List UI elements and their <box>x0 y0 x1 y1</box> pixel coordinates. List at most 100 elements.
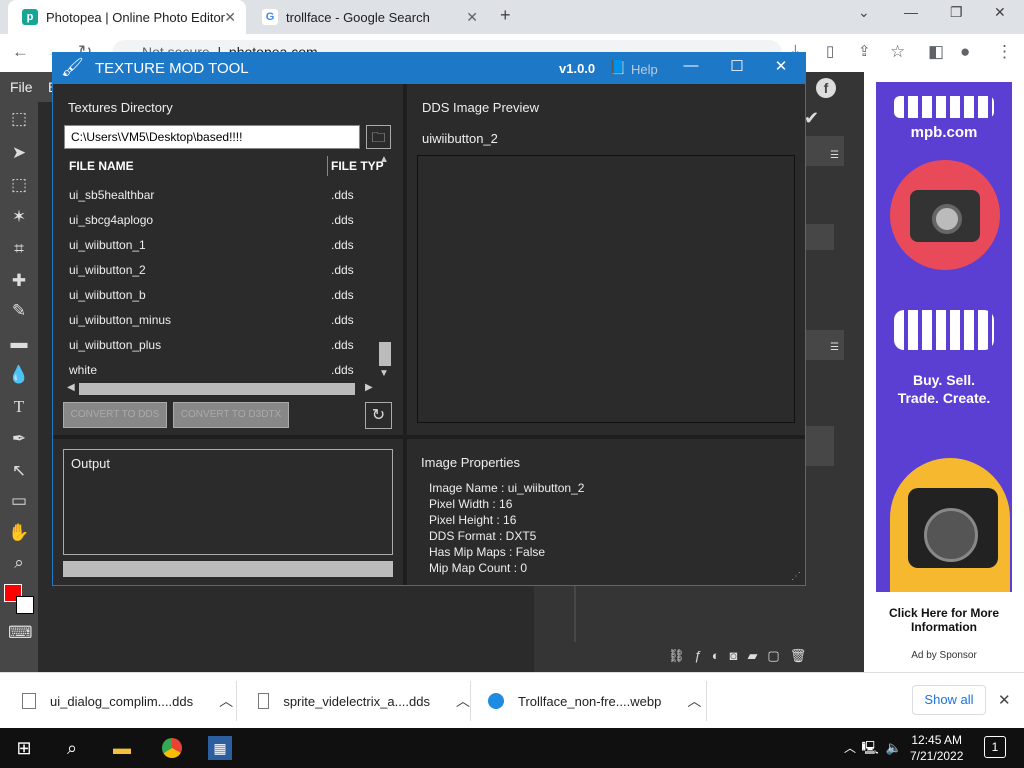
chrome-icon[interactable] <box>160 736 184 760</box>
close-tab-icon[interactable]: ✕ <box>224 9 236 26</box>
prop-mip-maps: Has Mip Maps : False <box>429 545 546 559</box>
maximize-icon[interactable]: ☐ <box>727 57 747 75</box>
help-button[interactable]: Help <box>631 62 658 77</box>
tab-photopea[interactable]: p Photopea | Online Photo Editor ✕ <box>8 0 246 34</box>
blur-tool-icon[interactable]: 💧 <box>8 364 30 386</box>
marquee-tool-icon[interactable]: ⬚ <box>8 174 30 196</box>
page-icon[interactable]: ▯ <box>826 42 834 60</box>
restore-icon[interactable]: ❐ <box>950 4 963 21</box>
convert-to-dds-button[interactable]: CONVERT TO DDS <box>63 402 167 428</box>
brush-logo-icon: 🖌 <box>61 57 84 77</box>
magic-wand-icon[interactable]: ✶ <box>8 206 30 228</box>
close-tab-icon[interactable]: ✕ <box>466 9 478 26</box>
scroll-right-icon[interactable]: ▶ <box>365 382 373 393</box>
search-icon[interactable]: ⌕ <box>60 736 84 760</box>
ad-sidebar[interactable]: ▷✕ mpb.com Buy. Sell. Trade. Create. Cli… <box>864 72 1024 672</box>
minimize-icon[interactable]: — <box>681 57 701 74</box>
file-explorer-icon[interactable]: ▬ <box>110 736 134 760</box>
output-log[interactable]: Output <box>63 449 393 555</box>
side-panel-icon[interactable]: ◧ <box>928 42 944 62</box>
vertical-scrollbar-thumb[interactable] <box>379 342 391 366</box>
file-row[interactable]: ui_wiibutton_1 .dds <box>69 238 369 258</box>
zoom-tool-icon[interactable]: ⌕ <box>8 552 30 574</box>
panel-block <box>806 426 834 466</box>
google-favicon-icon: G <box>262 9 278 25</box>
texture-tool-taskbar-icon[interactable]: ▦ <box>208 736 232 760</box>
show-all-button[interactable]: Show all <box>912 685 986 715</box>
panel-menu-icon[interactable]: ☰ <box>830 342 839 353</box>
chevron-up-icon[interactable]: ︿ <box>687 691 701 711</box>
file-row[interactable]: ui_wiibutton_plus .dds <box>69 338 369 358</box>
column-file-name[interactable]: FILE NAME <box>69 159 134 173</box>
help-book-icon[interactable]: 📘 <box>609 59 626 76</box>
tab-google-search[interactable]: G trollface - Google Search ✕ <box>248 0 488 34</box>
gradient-tool-icon[interactable]: ▬ <box>8 332 30 354</box>
file-name: ui_wiibutton_b <box>69 288 146 302</box>
ad-cta[interactable]: Click Here for More Information <box>872 606 1016 634</box>
pen-tool-icon[interactable]: ✒ <box>8 428 30 450</box>
close-icon[interactable]: ✕ <box>998 691 1011 709</box>
pointer-tool-icon[interactable]: ➤ <box>8 142 30 164</box>
new-tab-icon[interactable]: + <box>500 5 511 26</box>
healing-tool-icon[interactable]: ✚ <box>8 270 30 292</box>
close-icon[interactable]: ✕ <box>771 57 791 75</box>
horizontal-scrollbar-thumb[interactable] <box>79 383 355 395</box>
directory-path-field[interactable]: C:\Users\VM5\Desktop\based!!!! <box>64 125 360 149</box>
volume-icon[interactable]: 🔈 <box>882 736 906 760</box>
tool-titlebar[interactable]: 🖌 TEXTURE MOD TOOL v1.0.0 📘 Help — ☐ ✕ <box>53 53 805 84</box>
file-row[interactable]: ui_wiibutton_b .dds <box>69 288 369 308</box>
menu-icon[interactable]: ⋮ <box>996 42 1013 62</box>
path-select-icon[interactable]: ↖ <box>8 460 30 482</box>
menu-file[interactable]: File <box>10 79 33 95</box>
chevron-up-icon[interactable]: ︿ <box>456 691 470 711</box>
file-row[interactable]: white .dds <box>69 363 369 383</box>
refresh-icon[interactable]: ↻ <box>365 402 392 429</box>
layer-actions-icons[interactable]: ⛓ƒ◐◙▰▢🗑 <box>668 648 816 664</box>
download-shelf: ui_dialog_complim....dds ︿ sprite_videle… <box>0 672 1024 728</box>
checkmark-icon[interactable]: ✔ <box>804 108 819 129</box>
file-row[interactable]: ui_sb5healthbar .dds <box>69 188 369 208</box>
share-icon[interactable]: ⇪ <box>858 42 871 60</box>
shape-tool-icon[interactable]: ▭ <box>8 490 30 512</box>
output-label: Output <box>71 456 111 471</box>
close-window-icon[interactable]: ✕ <box>994 4 1006 21</box>
system-clock[interactable]: 12:45 AM 7/21/2022 <box>910 732 963 764</box>
file-row[interactable]: ui_sbcg4aplogo .dds <box>69 213 369 233</box>
scroll-left-icon[interactable]: ◀ <box>67 382 75 393</box>
properties-panel: Image Properties Image Name : ui_wiibutt… <box>407 439 805 585</box>
facebook-icon[interactable]: f <box>816 78 836 98</box>
hand-tool-icon[interactable]: ✋ <box>8 522 30 544</box>
minimize-icon[interactable]: — <box>904 4 918 20</box>
notification-icon[interactable]: 1 <box>984 736 1006 758</box>
ad-banner-image[interactable]: mpb.com Buy. Sell. Trade. Create. <box>876 82 1012 592</box>
bookmark-star-icon[interactable]: ☆ <box>890 42 905 62</box>
chevron-up-icon[interactable]: ︿ <box>219 691 233 711</box>
column-file-type[interactable]: FILE TYP <box>331 159 384 173</box>
file-row[interactable]: ui_wiibutton_minus .dds <box>69 313 369 333</box>
crop-tool-icon[interactable]: ⌗ <box>8 238 30 260</box>
preview-image-name: uiwiibutton_2 <box>422 131 498 146</box>
file-row[interactable]: ui_wiibutton_2 .dds <box>69 263 369 283</box>
download-item[interactable]: Trollface_non-fre....webp ︿ <box>470 673 706 729</box>
convert-to-d3dtx-button[interactable]: CONVERT TO D3DTX <box>173 402 289 428</box>
ad-tagline-2: Trade. Create. <box>897 390 991 406</box>
text-tool-icon[interactable]: T <box>8 396 30 418</box>
windows-start-icon[interactable]: ⊞ <box>12 736 36 760</box>
tab-search-icon[interactable]: ⌄ <box>858 4 870 21</box>
keyboard-icon[interactable]: ⌨ <box>8 622 33 644</box>
download-item[interactable]: ui_dialog_complim....dds ︿ <box>0 673 236 729</box>
download-item[interactable]: sprite_videlectrix_a....dds ︿ <box>236 673 470 729</box>
prop-pixel-height: Pixel Height : 16 <box>429 513 517 527</box>
profile-icon[interactable]: ● <box>960 42 970 62</box>
move-tool-icon[interactable]: ⬚ <box>8 108 30 130</box>
scroll-down-icon[interactable]: ▼ <box>379 368 389 379</box>
progress-bar <box>63 561 393 577</box>
brush-tool-icon[interactable]: ✎ <box>8 300 30 322</box>
scroll-up-icon[interactable]: ▲ <box>379 154 389 165</box>
panel-menu-icon[interactable]: ☰ <box>830 150 839 161</box>
back-icon[interactable]: ← <box>12 42 29 62</box>
resize-grip-icon[interactable]: ⋰ <box>791 571 801 582</box>
network-icon[interactable]: 🖳 <box>858 736 882 760</box>
browse-folder-button[interactable]: 🗀 <box>366 125 391 149</box>
background-color-swatch[interactable] <box>16 596 34 614</box>
